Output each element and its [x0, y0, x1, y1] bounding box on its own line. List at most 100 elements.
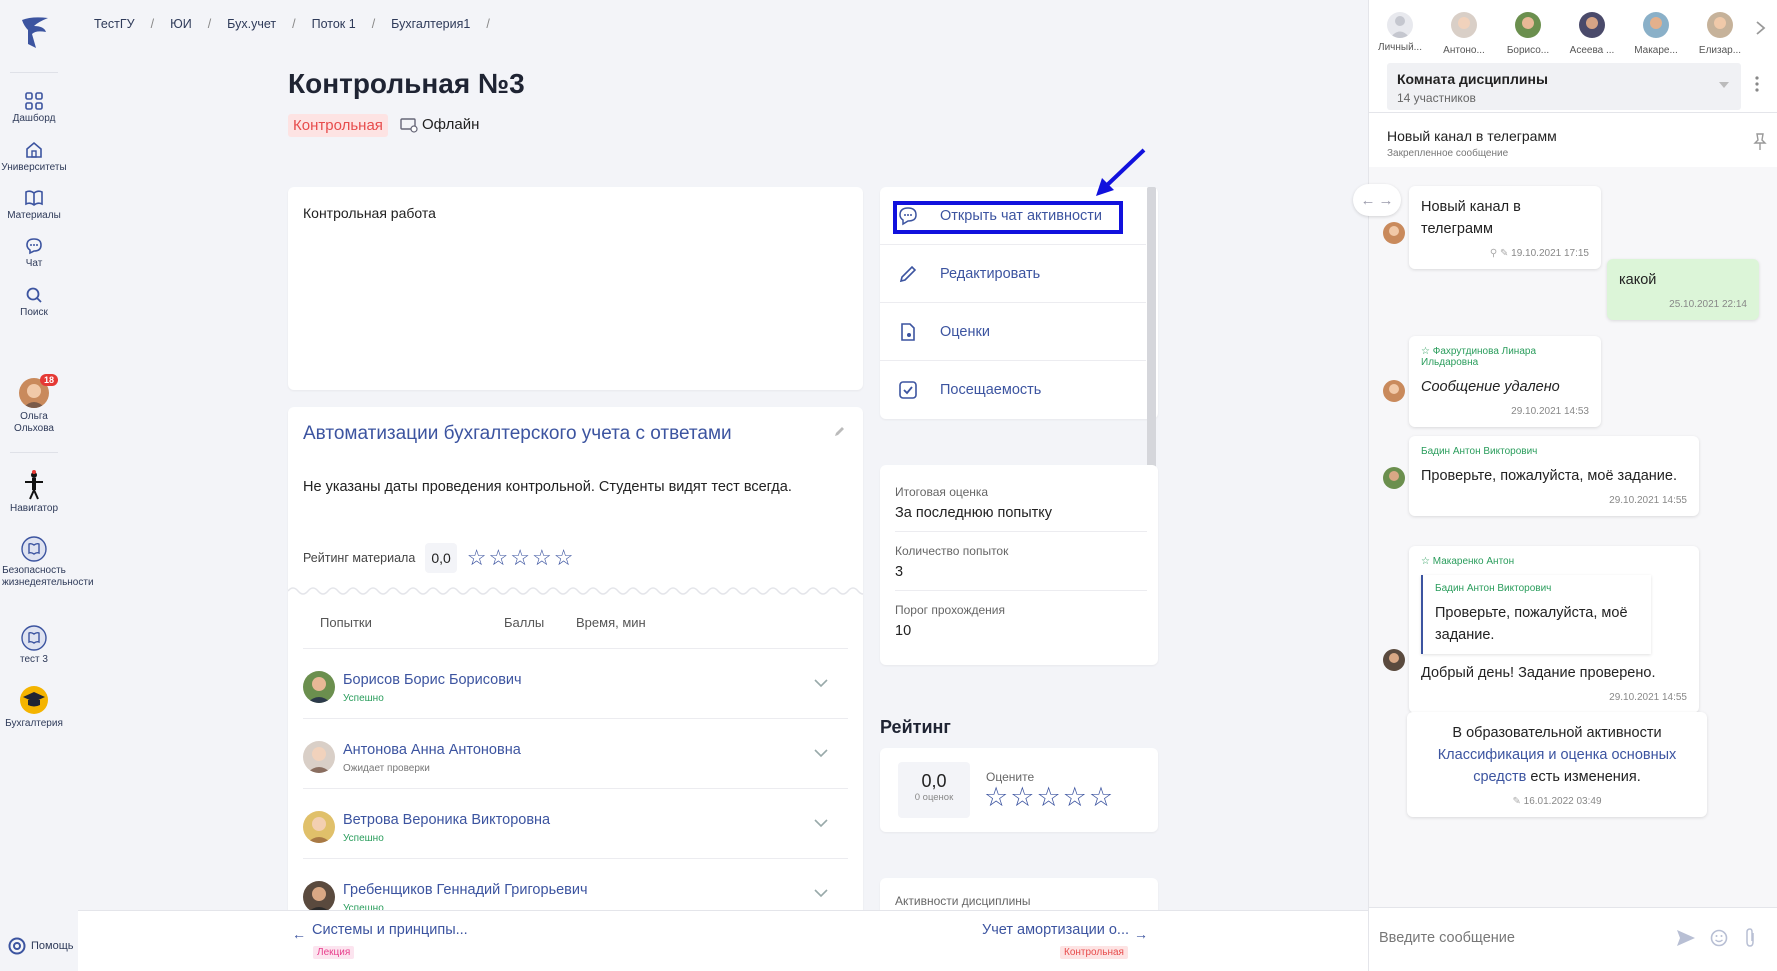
sidebar-course-test3[interactable]: тест 3 [0, 625, 68, 666]
sidebar-item-materials[interactable]: Материалы [0, 189, 68, 222]
prev-arrow-icon[interactable]: ← [292, 926, 306, 942]
table-row[interactable]: Борисов Борис Борисович Успешно [303, 648, 848, 718]
breadcrumb-item[interactable]: Бух.учет [227, 17, 276, 31]
pinned-message[interactable]: Новый канал в телеграмм Закрепленное соо… [1387, 128, 1557, 159]
sidebar-user[interactable]: 18 Ольга Ольхова [0, 374, 68, 435]
star-icon[interactable]: ☆ [532, 547, 552, 569]
breadcrumb: ТестГУ / ЮИ / Бух.учет / Поток 1/ Бухгалтер… [94, 17, 490, 31]
logo-icon[interactable] [18, 14, 52, 50]
more-vertical-icon[interactable] [1755, 76, 1759, 92]
chevron-down-icon[interactable] [1719, 82, 1729, 88]
navigator-icon [25, 470, 43, 500]
message-time: 29.10.2021 14:55 [1609, 495, 1687, 506]
next-arrow-icon[interactable]: → [1134, 926, 1148, 942]
attempt-status: Успешно [343, 693, 384, 704]
reply-arrows[interactable]: ← → [1353, 184, 1401, 216]
message-text: Проверьте, пожалуйста, моё задание. [1421, 468, 1677, 484]
lifebuoy-icon [8, 937, 26, 955]
bottom-navigation [78, 910, 1368, 971]
chat-message-own[interactable]: какой 25.10.2021 22:14 [1607, 259, 1759, 320]
star-icon[interactable]: ☆ [510, 547, 530, 569]
sidebar-item-universities[interactable]: Университеты [0, 141, 68, 174]
participant[interactable]: Макаре... [1625, 12, 1687, 56]
participant[interactable]: Антоно... [1433, 12, 1495, 56]
annotation-arrow-icon [1096, 148, 1146, 196]
chat-icon [26, 238, 42, 255]
grades-document-icon [901, 322, 915, 341]
star-icon[interactable]: ☆ [554, 547, 574, 569]
send-icon[interactable] [1676, 929, 1696, 947]
message-time: ✎ 16.01.2022 03:49 [1512, 796, 1602, 807]
pin-icon[interactable] [1753, 133, 1767, 151]
sidebar-item-search[interactable]: Поиск [0, 286, 68, 319]
chevron-down-icon[interactable] [814, 679, 828, 688]
breadcrumb-item[interactable]: Бухгалтерия1 [391, 17, 470, 31]
chevron-down-icon[interactable] [814, 889, 828, 898]
chat-message[interactable]: ☆ Фахрутдинова Линара Ильдаровна Сообщен… [1409, 336, 1601, 427]
sidebar-item-chat[interactable]: Чат [0, 237, 68, 270]
participant-personal[interactable]: Личный... [1369, 12, 1431, 53]
arrow-right-icon[interactable]: → [1379, 192, 1394, 209]
star-icon[interactable]: ☆ [489, 547, 509, 569]
table-row[interactable]: Ветрова Вероника Викторовна Успешно [303, 788, 848, 858]
edit-pencil-icon[interactable] [834, 425, 846, 437]
avatar [1579, 12, 1605, 38]
info-key: Количество попыток [895, 544, 1009, 558]
chevron-down-icon[interactable] [814, 749, 828, 758]
participant[interactable]: Борисо... [1497, 12, 1559, 56]
help-button[interactable]: Помощь [8, 937, 74, 955]
message-text: Новый канал в телеграмм [1421, 199, 1521, 237]
chat-message[interactable]: Новый канал в телеграмм ⚲ ✎ 19.10.2021 1… [1409, 186, 1601, 269]
chat-message[interactable]: ☆ Макаренко Антон Бадин Антон Викторович… [1409, 546, 1699, 713]
table-row[interactable]: Гребенщиков Геннадий Григорьевич Успешно [303, 858, 848, 917]
test-title[interactable]: Автоматизации бухгалтерского учета с отв… [303, 422, 733, 445]
quoted-message[interactable]: Бадин Антон Викторович Проверьте, пожалу… [1421, 575, 1651, 654]
rate-stars[interactable]: ☆ ☆ ☆ ☆ ☆ [984, 784, 1113, 811]
chevron-down-icon[interactable] [814, 819, 828, 828]
prev-material-link[interactable]: Системы и принципы... [312, 922, 468, 938]
message-input[interactable]: Введите сообщение [1379, 930, 1515, 946]
room-selector[interactable]: Комната дисциплины 14 участников [1387, 63, 1741, 110]
star-icon[interactable]: ☆ [467, 547, 487, 569]
participant[interactable]: Асеева ... [1561, 12, 1623, 56]
paperclip-icon[interactable] [1743, 928, 1757, 948]
breadcrumb-item[interactable]: ЮИ [170, 17, 192, 31]
sidebar-item-label: Дашборд [12, 113, 56, 124]
table-row[interactable]: Антонова Анна Антоновна Ожидает проверки [303, 718, 848, 788]
edit-button[interactable]: Редактировать [880, 245, 1146, 303]
sidebar-course-accounting[interactable]: Бухгалтерия [0, 685, 68, 730]
breadcrumb-item[interactable]: Поток 1 [312, 17, 356, 31]
star-icon[interactable]: ☆ [1089, 784, 1113, 811]
message-time: ⚲ ✎ 19.10.2021 17:15 [1489, 248, 1589, 259]
breadcrumb-item[interactable]: ТестГУ [94, 17, 135, 31]
participant[interactable]: Елизар... [1689, 12, 1751, 56]
col-attempts: Попытки [320, 615, 372, 630]
grades-button[interactable]: Оценки [880, 303, 1146, 361]
info-key: Итоговая оценка [895, 485, 989, 499]
material-rating-stars[interactable]: ☆ ☆ ☆ ☆ ☆ [467, 547, 574, 569]
chat-message[interactable]: Бадин Антон Викторович Проверьте, пожалу… [1409, 436, 1699, 516]
wave-divider [288, 587, 863, 595]
sidebar-item-dashboard[interactable]: Дашборд [0, 92, 68, 125]
star-icon[interactable]: ☆ [1036, 784, 1060, 811]
sidebar-course-bzh[interactable]: Безопасность жизнедеятельности [0, 536, 94, 589]
type-tag: Контрольная [288, 114, 388, 137]
star-icon[interactable]: ☆ [1010, 784, 1034, 811]
star-icon[interactable]: ☆ [1063, 784, 1087, 811]
offline-icon [400, 117, 418, 133]
sidebar-course-navigator[interactable]: Навигатор [0, 470, 68, 515]
material-rating-label: Рейтинг материала [303, 551, 416, 565]
system-message: В образовательной активности Классификац… [1407, 712, 1707, 817]
emoji-icon[interactable] [1710, 929, 1728, 947]
dashboard-icon [25, 92, 43, 110]
test-note: Не указаны даты проведения контрольной. … [303, 479, 792, 495]
info-key: Порог прохождения [895, 603, 1006, 617]
attempt-status: Успешно [343, 833, 384, 844]
arrow-left-icon[interactable]: ← [1361, 192, 1376, 209]
university-icon [26, 141, 42, 158]
info-value: 3 [895, 564, 904, 580]
star-icon[interactable]: ☆ [984, 784, 1008, 811]
attendance-button[interactable]: Посещаемость [880, 361, 1146, 419]
chevron-right-icon[interactable] [1755, 20, 1767, 36]
next-material-link[interactable]: Учет амортизации о... [982, 922, 1129, 938]
